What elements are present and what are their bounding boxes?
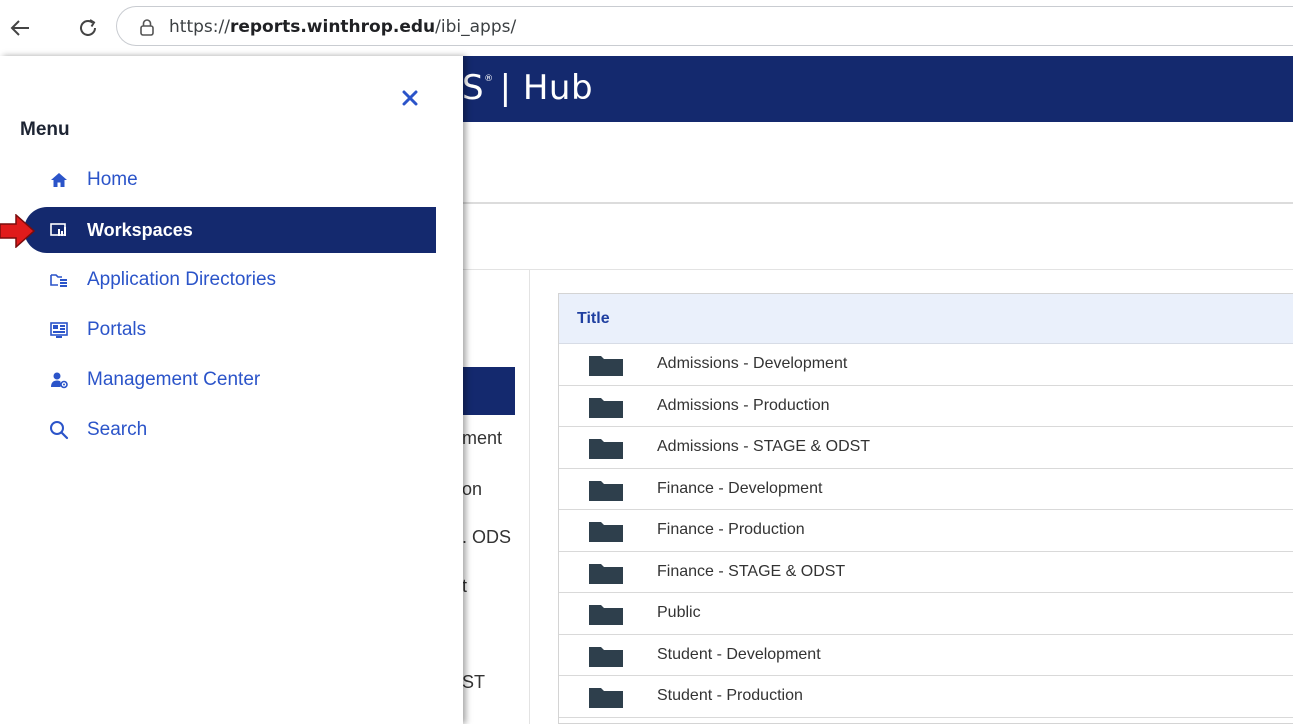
row-title[interactable]: Student - Development	[657, 646, 821, 664]
table-row[interactable]: Public	[559, 593, 1293, 635]
menu-item-workspaces[interactable]: Workspaces	[24, 207, 436, 253]
address-bar[interactable]: https://reports.winthrop.edu/ibi_apps/	[116, 6, 1293, 46]
table-row[interactable]: Admissions - Production	[559, 386, 1293, 427]
tree-item[interactable]: ST	[462, 672, 532, 693]
table-row[interactable]: Admissions - Development	[559, 344, 1293, 386]
menu-item-label: Application Directories	[87, 269, 277, 290]
folder-icon	[589, 439, 623, 459]
tree-item[interactable]: . ODS	[462, 527, 532, 548]
row-title[interactable]: Public	[657, 604, 701, 622]
table-row[interactable]: Admissions - STAGE & ODST	[559, 427, 1293, 469]
row-title[interactable]: Admissions - Development	[657, 355, 847, 373]
reload-icon[interactable]	[74, 14, 102, 42]
brand-title: S® | Hub	[462, 68, 594, 108]
folder-icon	[589, 646, 623, 667]
folder-icon	[589, 605, 623, 625]
menu-item-application-directories[interactable]: Application Directories	[24, 257, 436, 303]
folder-icon	[589, 480, 623, 501]
row-title[interactable]: Finance - Production	[657, 521, 805, 539]
table-row[interactable]: Student - Development	[559, 635, 1293, 676]
column-header-title[interactable]: Title	[559, 294, 1293, 344]
annotation-arrow-icon	[0, 214, 36, 248]
url-text[interactable]: https://reports.winthrop.edu/ibi_apps/	[169, 17, 516, 37]
close-icon[interactable]	[398, 86, 422, 110]
menu-item-management-center[interactable]: Management Center	[24, 357, 436, 403]
menu-item-label: Home	[87, 169, 138, 190]
row-title[interactable]: Finance - STAGE & ODST	[657, 563, 845, 581]
folder-icon	[589, 688, 623, 708]
tree-item[interactable]: ment	[462, 428, 532, 449]
portals-icon	[49, 320, 69, 340]
table-row[interactable]: Finance - Production	[559, 510, 1293, 552]
row-title[interactable]: Admissions - STAGE & ODST	[657, 438, 870, 456]
lock-icon[interactable]	[139, 18, 155, 41]
menu-item-search[interactable]: Search	[24, 407, 436, 453]
side-menu: Menu Home Workspaces Application Directo…	[0, 56, 463, 724]
table-row[interactable]: Student - Production	[559, 676, 1293, 718]
table-row[interactable]: Finance - Development	[559, 469, 1293, 510]
divider	[462, 269, 1293, 270]
management-center-icon	[49, 370, 69, 390]
back-arrow-icon[interactable]	[6, 14, 34, 42]
table-row[interactable]: Finance - STAGE & ODST	[559, 552, 1293, 593]
home-icon	[49, 170, 69, 190]
search-icon	[49, 420, 69, 440]
row-title[interactable]: Finance - Development	[657, 480, 822, 498]
tree-item[interactable]: t	[462, 576, 532, 597]
app-directories-icon	[49, 270, 69, 290]
menu-item-home[interactable]: Home	[24, 157, 436, 203]
folder-icon	[589, 356, 623, 376]
menu-item-label: Management Center	[87, 369, 261, 390]
workspaces-table: Title Admissions - Development Admissions…	[558, 293, 1293, 724]
divider	[462, 202, 1293, 204]
browser-toolbar: https://reports.winthrop.edu/ibi_apps/	[0, 0, 1293, 56]
folder-icon	[589, 397, 623, 418]
menu-item-portals[interactable]: Portals	[24, 307, 436, 353]
folder-icon	[589, 522, 623, 542]
tree-selected-item[interactable]	[462, 367, 515, 415]
workspaces-icon	[49, 220, 69, 240]
folder-icon	[589, 563, 623, 584]
menu-item-label: Portals	[87, 319, 147, 340]
menu-item-label: Workspaces	[87, 220, 193, 240]
row-title[interactable]: Student - Production	[657, 687, 803, 705]
menu-item-label: Search	[87, 419, 148, 440]
tree-item[interactable]: on	[462, 479, 532, 500]
row-title[interactable]: Admissions - Production	[657, 397, 830, 415]
menu-title: Menu	[20, 119, 70, 140]
